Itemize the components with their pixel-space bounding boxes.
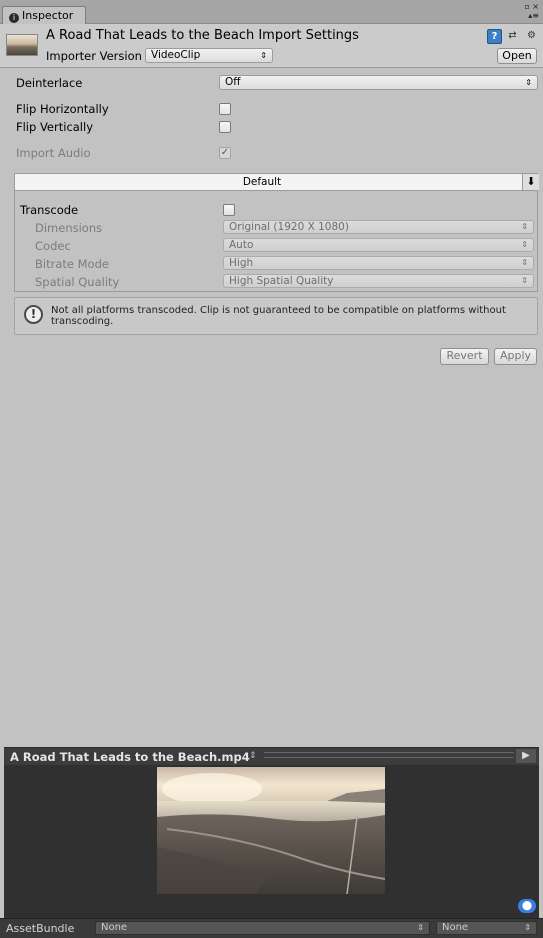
asset-bundle-variant-dropdown[interactable]: None ⇕	[436, 921, 537, 935]
deinterlace-label: Deinterlace	[16, 76, 83, 90]
warning-text: Not all platforms transcoded. Clip is no…	[51, 305, 506, 327]
tab-default-platform[interactable]: Default	[15, 174, 509, 191]
transcode-label: Transcode	[20, 203, 79, 217]
asset-bundle-bar: AssetBundle None ⇕ None ⇕	[0, 918, 543, 938]
label-tag-icon[interactable]: ⬤	[518, 899, 536, 913]
info-icon: i	[9, 13, 19, 23]
tab-menu-icon[interactable]: ▴≡	[513, 11, 539, 20]
revert-button[interactable]: Revert	[440, 348, 489, 365]
dropdown-arrow-icon: ⇕	[521, 222, 528, 231]
maximize-close-icon[interactable]: ▫ ×	[513, 2, 539, 11]
asset-bundle-variant-value: None	[442, 922, 469, 933]
preview-drag-handle[interactable]	[264, 752, 514, 758]
spatial-quality-label: Spatial Quality	[35, 275, 120, 289]
dropdown-arrow-icon: ⇕	[521, 258, 528, 267]
transcode-checkbox[interactable]	[223, 204, 235, 216]
asset-thumbnail	[6, 34, 38, 56]
play-icon[interactable]: ▶	[516, 749, 536, 763]
spatial-quality-value: High Spatial Quality	[229, 275, 334, 287]
tab-inspector[interactable]: i Inspector	[2, 6, 86, 24]
asset-bundle-label: AssetBundle	[6, 922, 75, 935]
flip-horizontally-label: Flip Horizontally	[16, 102, 109, 116]
asset-title: A Road That Leads to the Beach Import Se…	[46, 28, 359, 43]
tab-label: Inspector	[22, 9, 74, 22]
dropdown-arrow-icon: ⇕	[525, 78, 532, 87]
import-audio-checkbox[interactable]: ✓	[219, 147, 231, 159]
importer-version-dropdown[interactable]: VideoClip ⇕	[145, 48, 273, 63]
preview-area: ⬤	[4, 765, 539, 918]
import-audio-label: Import Audio	[16, 146, 91, 160]
dropdown-arrow-icon: ⇕	[521, 276, 528, 285]
inspector-header: A Road That Leads to the Beach Import Se…	[0, 24, 543, 68]
importer-version-value: VideoClip	[151, 49, 201, 61]
dimensions-dropdown[interactable]: Original (1920 X 1080) ⇕	[223, 220, 534, 234]
gear-icon[interactable]: ⚙	[524, 29, 539, 44]
preset-icon[interactable]: ⇄	[505, 29, 520, 44]
download-icon[interactable]: ⬇	[522, 174, 539, 190]
codec-dropdown[interactable]: Auto ⇕	[223, 238, 534, 252]
window-controls[interactable]: ▫ × ▴≡	[513, 2, 539, 22]
open-button[interactable]: Open	[497, 48, 537, 64]
bitrate-mode-dropdown[interactable]: High ⇕	[223, 256, 534, 270]
transcode-warning-box: ! Not all platforms transcoded. Clip is …	[14, 297, 538, 335]
video-preview-image	[157, 767, 385, 894]
platform-tab-bar: Default ⬇	[14, 173, 539, 191]
dropdown-arrow-icon: ⇕	[521, 240, 528, 249]
apply-button[interactable]: Apply	[494, 348, 537, 365]
flip-vertically-checkbox[interactable]	[219, 121, 231, 133]
tab-strip: i Inspector ▫ × ▴≡	[0, 0, 543, 24]
dropdown-arrow-icon: ⇕	[524, 923, 531, 932]
dimensions-value: Original (1920 X 1080)	[229, 221, 349, 233]
asset-bundle-name-dropdown[interactable]: None ⇕	[95, 921, 430, 935]
dimensions-label: Dimensions	[35, 221, 103, 235]
codec-label: Codec	[35, 239, 71, 253]
flip-vertically-label: Flip Vertically	[16, 120, 94, 134]
preview-header: A Road That Leads to the Beach.mp4 ⇕ ▶	[4, 747, 539, 765]
spatial-quality-dropdown[interactable]: High Spatial Quality ⇕	[223, 274, 534, 288]
checkmark-icon: ✓	[220, 147, 230, 158]
importer-version-label: Importer Version	[46, 49, 142, 63]
deinterlace-dropdown[interactable]: Off ⇕	[219, 75, 538, 90]
codec-value: Auto	[229, 239, 254, 251]
asset-bundle-name-value: None	[101, 922, 128, 933]
bitrate-mode-value: High	[229, 257, 254, 269]
warning-icon: !	[24, 305, 43, 324]
help-icon[interactable]: ?	[487, 29, 502, 44]
deinterlace-value: Off	[225, 76, 241, 88]
preview-dropdown-icon[interactable]: ⇕	[249, 748, 257, 764]
preview-title[interactable]: A Road That Leads to the Beach.mp4	[10, 749, 250, 765]
flip-horizontally-checkbox[interactable]	[219, 103, 231, 115]
dropdown-arrow-icon: ⇕	[417, 923, 424, 932]
bitrate-mode-label: Bitrate Mode	[35, 257, 109, 271]
dropdown-arrow-icon: ⇕	[260, 51, 267, 60]
